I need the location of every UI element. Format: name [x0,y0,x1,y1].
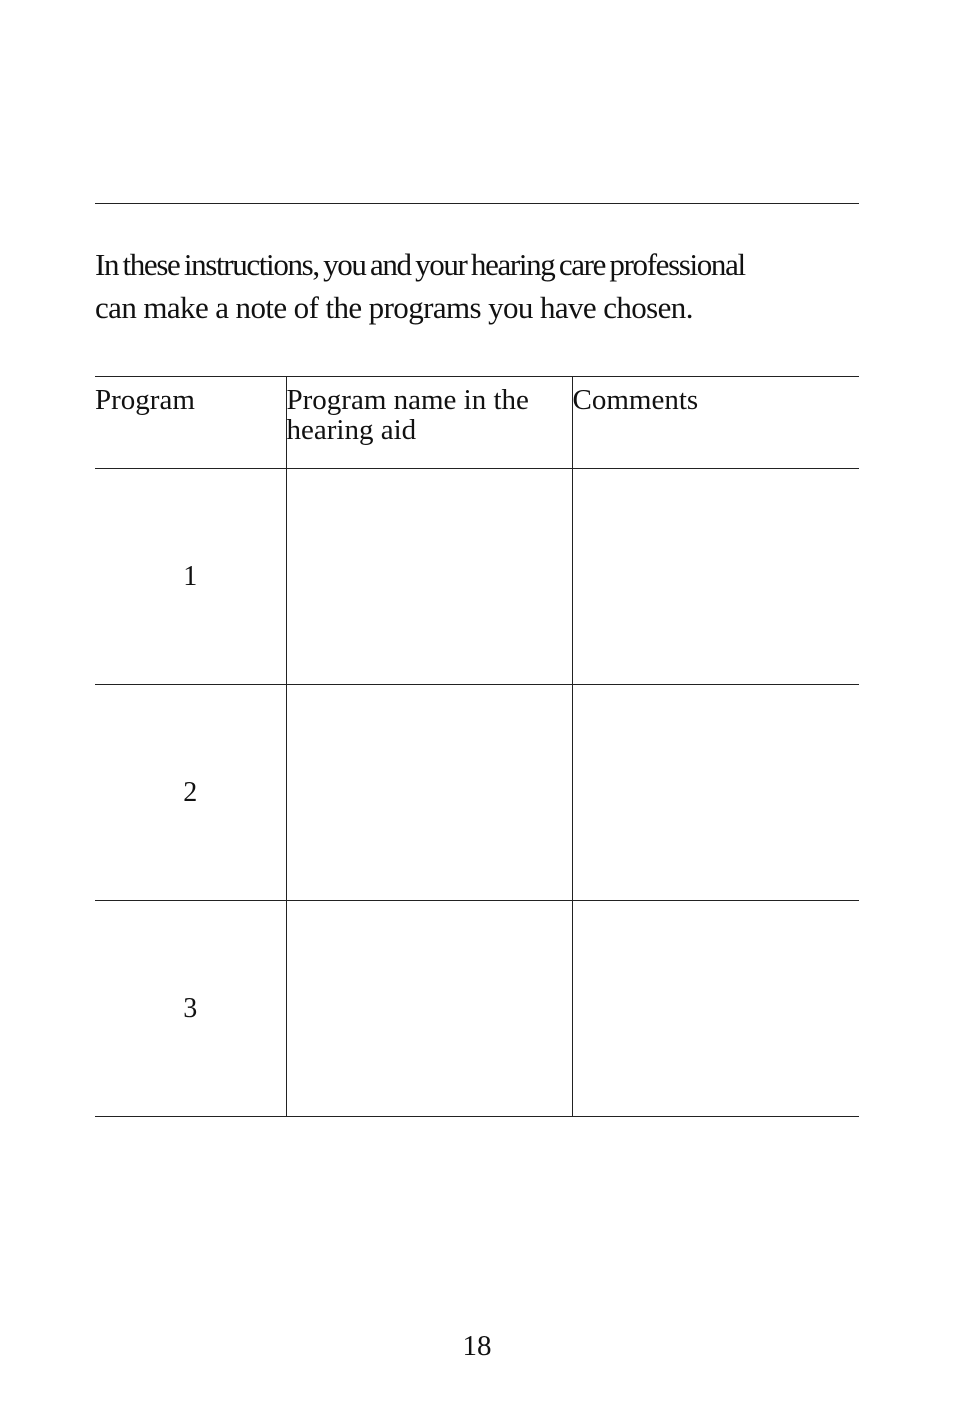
program-name-cell[interactable] [285,468,572,685]
intro-paragraph: In these instructions, you and your hear… [95,243,875,329]
intro-line-1: In these instructions, you and your hear… [95,247,746,282]
intro-line-2: can make a note of the programs you have… [95,290,693,325]
program-number: 2 [95,684,286,901]
comments-cell[interactable] [571,900,859,1117]
comments-cell[interactable] [571,468,859,685]
program-number: 1 [95,468,286,685]
program-number: 3 [95,900,286,1117]
programs-table: Program Program name in the hearing aid … [95,376,859,1117]
program-name-cell[interactable] [285,684,572,901]
table-row: 3 [95,900,859,1117]
table-row: 1 [95,468,859,685]
comments-cell[interactable] [571,684,859,901]
page-number: 18 [462,1330,492,1362]
table-header-row: Program Program name in the hearing aid … [95,376,859,469]
program-name-cell[interactable] [285,900,572,1117]
header-program: Program [95,376,286,469]
header-comments: Comments [571,376,859,469]
table-row: 2 [95,684,859,901]
top-divider [95,203,859,204]
header-program-name: Program name in the hearing aid [285,376,572,469]
